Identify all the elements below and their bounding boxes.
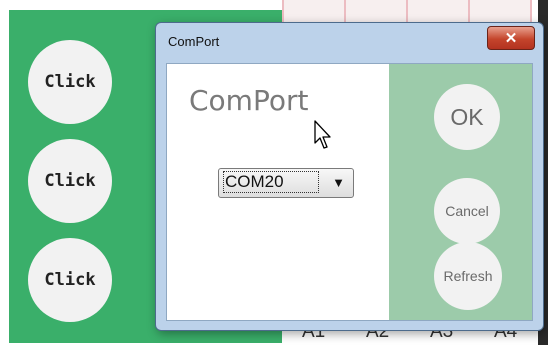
dialog-right-pane: OK Cancel Refresh bbox=[389, 64, 532, 320]
cancel-button[interactable]: Cancel bbox=[434, 178, 500, 244]
dialog-heading: ComPort bbox=[189, 84, 309, 117]
dialog-client-area: ComPort COM20 ▼ OK Cancel Refresh bbox=[166, 63, 533, 321]
dialog-left-pane: ComPort COM20 ▼ bbox=[167, 64, 389, 320]
dialog-title: ComPort bbox=[168, 34, 220, 49]
close-button[interactable]: ✕ bbox=[487, 26, 535, 50]
comport-dialog: ComPort ✕ ComPort COM20 ▼ OK Cancel Refr… bbox=[155, 22, 544, 331]
port-select-value: COM20 bbox=[223, 171, 319, 193]
mouse-cursor-icon bbox=[314, 120, 331, 149]
chevron-down-icon[interactable]: ▼ bbox=[332, 175, 345, 190]
port-select[interactable]: COM20 ▼ bbox=[218, 168, 354, 198]
click-button-2[interactable]: Click bbox=[28, 139, 112, 223]
click-button-3[interactable]: Click bbox=[28, 238, 112, 322]
ok-button[interactable]: OK bbox=[434, 84, 500, 150]
close-icon: ✕ bbox=[504, 30, 518, 47]
refresh-button[interactable]: Refresh bbox=[434, 242, 502, 310]
click-button-1[interactable]: Click bbox=[28, 40, 112, 124]
